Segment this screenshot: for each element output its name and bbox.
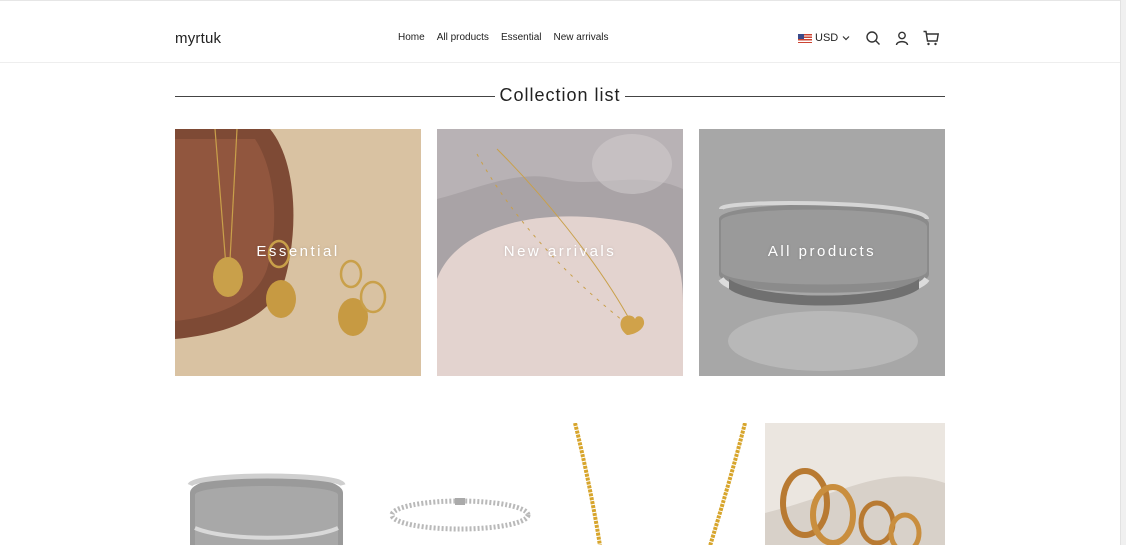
- collection-label-all-products: All products: [767, 243, 877, 260]
- us-flag-icon: [798, 33, 812, 43]
- product-card-tennis-bracelet[interactable]: [375, 423, 555, 545]
- nav-new-arrivals[interactable]: New arrivals: [554, 32, 609, 43]
- product-card-hoop-earrings[interactable]: [765, 423, 945, 545]
- product-grid: [175, 423, 945, 545]
- collection-label-new-arrivals: New arrivals: [503, 243, 617, 260]
- product-card-ring[interactable]: [175, 423, 355, 545]
- main-nav: Home All products Essential New arrivals: [398, 32, 609, 43]
- cart-icon[interactable]: [923, 30, 940, 46]
- collection-card-all-products[interactable]: All products: [699, 129, 945, 376]
- site-header: myrtuk Home All products Essential New a…: [0, 1, 1120, 63]
- collection-label-essential: Essential: [256, 243, 340, 260]
- currency-label: USD: [815, 32, 839, 44]
- nav-essential[interactable]: Essential: [501, 32, 542, 43]
- collection-card-new-arrivals[interactable]: New arrivals: [437, 129, 683, 376]
- product-image-hoop-earrings: [765, 423, 945, 545]
- chevron-down-icon: [842, 36, 850, 41]
- collection-list-heading: Collection list: [175, 85, 945, 109]
- nav-home[interactable]: Home: [398, 32, 425, 43]
- collection-grid: Essential New arrivals All products: [175, 129, 945, 376]
- logo[interactable]: myrtuk: [175, 30, 221, 47]
- page: myrtuk Home All products Essential New a…: [0, 0, 1120, 545]
- nav-all-products[interactable]: All products: [437, 32, 489, 43]
- product-image-tennis-bracelet: [375, 423, 555, 545]
- header-icons: [865, 30, 940, 46]
- page-scrollbar[interactable]: [1120, 0, 1126, 545]
- search-icon[interactable]: [865, 30, 881, 46]
- product-card-gold-chain[interactable]: [570, 423, 750, 545]
- divider-right: [625, 96, 945, 97]
- account-icon[interactable]: [894, 30, 910, 46]
- collection-card-essential[interactable]: Essential: [175, 129, 421, 376]
- currency-selector[interactable]: USD: [798, 32, 851, 44]
- product-image-gold-chain: [570, 423, 750, 545]
- product-image-ring: [175, 423, 355, 545]
